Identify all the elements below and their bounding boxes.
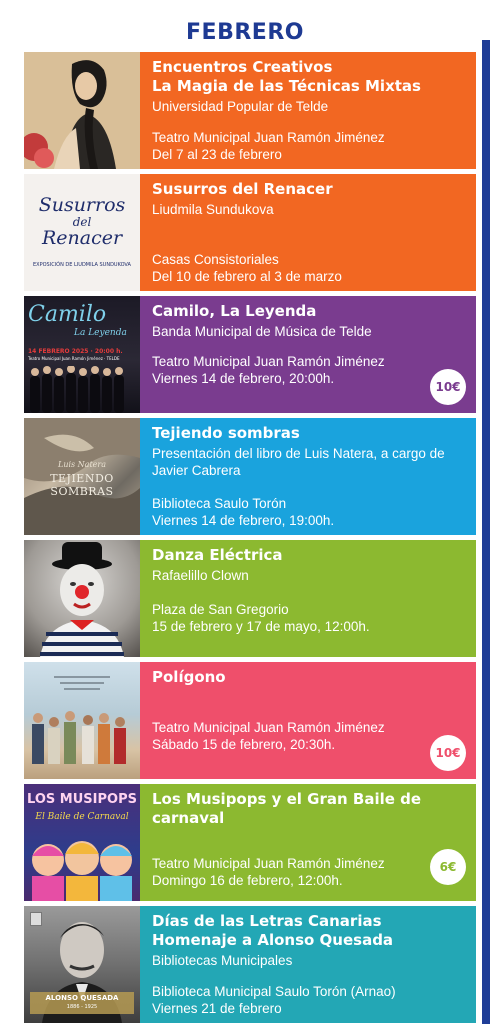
event-title: Danza Eléctrica: [152, 546, 283, 564]
event-card[interactable]: Danza Eléctrica Rafaelillo Clown Plaza d…: [24, 540, 476, 657]
event-venue: Biblioteca Municipal Saulo Torón (Arnao): [152, 984, 396, 999]
thumb-title-text: Susurros: [38, 194, 126, 216]
event-subtitle: Rafaelillo Clown: [152, 568, 249, 583]
event-title: Tejiendo sombras: [152, 424, 300, 442]
event-info: Los Musipops y el Gran Baile de carnaval…: [140, 784, 476, 901]
event-venue: Biblioteca Saulo Torón: [152, 496, 287, 511]
event-thumbnail: [24, 52, 140, 169]
event-date: Sábado 15 de febrero, 20:30h.: [152, 737, 336, 752]
event-venue: Teatro Municipal Juan Ramón Jiménez: [152, 720, 385, 735]
event-date: Viernes 14 de febrero, 19:00h.: [152, 513, 335, 528]
event-thumbnail: ALONSO QUESADA 1886 - 1925: [24, 906, 140, 1023]
page-title: FEBRERO: [186, 20, 304, 45]
event-date: Viernes 21 de febrero: [152, 1001, 282, 1016]
event-subtitle: Banda Municipal de Música de Telde: [152, 324, 372, 339]
event-thumbnail: [24, 662, 140, 779]
event-info: Camilo, La Leyenda Banda Municipal de Mú…: [140, 296, 476, 413]
event-card[interactable]: Camilo La Leyenda 14 FEBRERO 2025 · 20:0…: [24, 296, 476, 413]
price-badge: 6€: [430, 849, 466, 885]
event-card[interactable]: Encuentros Creativos La Magia de las Téc…: [24, 52, 476, 169]
event-title: Encuentros Creativos La Magia de las Téc…: [152, 58, 421, 95]
event-date: 15 de febrero y 17 de mayo, 12:00h.: [152, 619, 370, 634]
event-card[interactable]: Polígono Teatro Municipal Juan Ramón Jim…: [24, 662, 476, 779]
event-title: Camilo, La Leyenda: [152, 302, 317, 320]
event-venue: Casas Consistoriales: [152, 252, 279, 267]
event-thumbnail: LOS MUSIPOPS El Baile de Carnaval: [24, 784, 140, 901]
event-title: Susurros del Renacer: [152, 180, 333, 198]
event-info: Días de las Letras Canarias Homenaje a A…: [140, 906, 476, 1023]
event-info: Tejiendo sombras Presentación del libro …: [140, 418, 476, 535]
event-thumbnail: Luis Natera TEJIENDO SOMBRAS: [24, 418, 140, 535]
event-date: Del 10 de febrero al 3 de marzo: [152, 269, 342, 284]
event-thumbnail: Camilo La Leyenda 14 FEBRERO 2025 · 20:0…: [24, 296, 140, 413]
price-badge: 10€: [430, 735, 466, 771]
price-badge: 10€: [430, 369, 466, 405]
event-card[interactable]: Susurros del Renacer EXPOSICIÓN DE LIUDM…: [24, 174, 476, 291]
event-info: Polígono Teatro Municipal Juan Ramón Jim…: [140, 662, 476, 779]
event-venue: Plaza de San Gregorio: [152, 602, 289, 617]
event-info: Encuentros Creativos La Magia de las Téc…: [140, 52, 476, 169]
event-venue: Teatro Municipal Juan Ramón Jiménez: [152, 354, 385, 369]
event-subtitle: Liudmila Sundukova: [152, 202, 274, 217]
event-date: Domingo 16 de febrero, 12:00h.: [152, 873, 343, 888]
event-date: Del 7 al 23 de febrero: [152, 147, 282, 162]
event-title: Polígono: [152, 668, 226, 686]
event-card[interactable]: Luis Natera TEJIENDO SOMBRAS Tejiendo so…: [24, 418, 476, 535]
event-title: Días de las Letras Canarias Homenaje a A…: [152, 912, 394, 949]
event-info: Danza Eléctrica Rafaelillo Clown Plaza d…: [140, 540, 476, 657]
event-title: Los Musipops y el Gran Baile de carnaval: [152, 790, 422, 827]
municipal-crest-icon: [30, 912, 42, 926]
event-info: Susurros del Renacer Liudmila Sundukova …: [140, 174, 476, 291]
event-thumbnail: Susurros del Renacer EXPOSICIÓN DE LIUDM…: [24, 174, 140, 291]
event-card[interactable]: LOS MUSIPOPS El Baile de Carnaval Los Mu…: [24, 784, 476, 901]
event-card[interactable]: ALONSO QUESADA 1886 - 1925 Días de las L…: [24, 906, 476, 1023]
side-accent-bar: [482, 40, 490, 1024]
event-subtitle: Universidad Popular de Telde: [152, 99, 329, 114]
event-venue: Teatro Municipal Juan Ramón Jiménez: [152, 130, 385, 145]
event-thumbnail: [24, 540, 140, 657]
event-subtitle: Presentación del libro de Luis Natera, a…: [152, 446, 445, 478]
event-date: Viernes 14 de febrero, 20:00h.: [152, 371, 335, 386]
event-venue: Teatro Municipal Juan Ramón Jiménez: [152, 856, 385, 871]
event-subtitle: Bibliotecas Municipales: [152, 953, 293, 968]
